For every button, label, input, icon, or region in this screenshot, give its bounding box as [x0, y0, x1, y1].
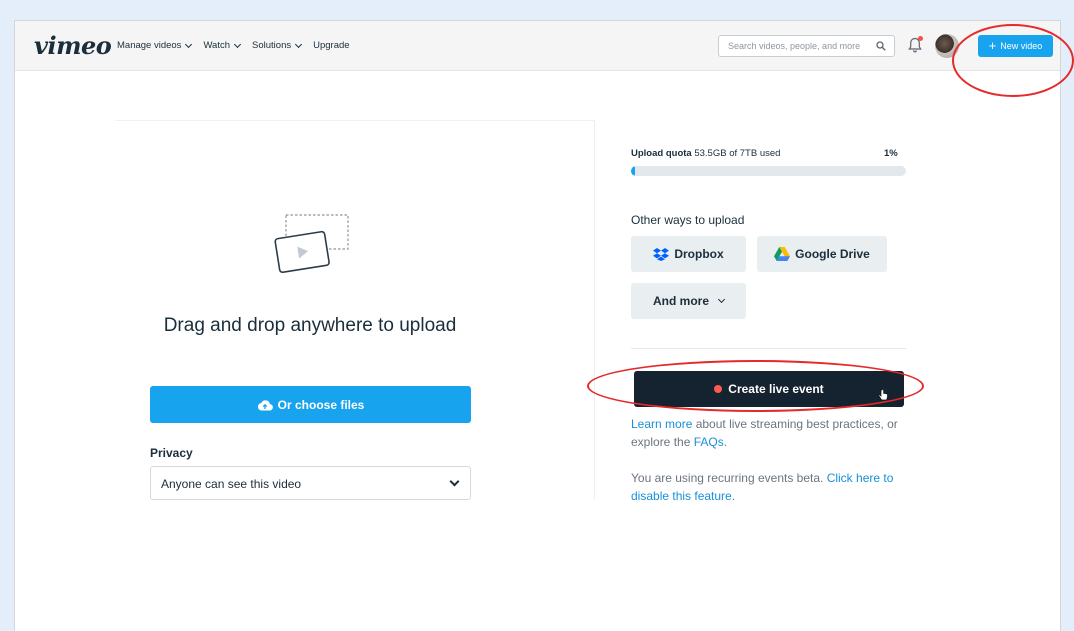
chevron-down-icon — [233, 40, 242, 48]
dropbox-button[interactable]: Dropbox — [631, 236, 746, 272]
nav-manage-videos-label: Manage videos — [117, 40, 182, 51]
choose-files-label: Or choose files — [277, 397, 365, 412]
notification-dot — [918, 36, 923, 41]
upload-quota-title: Upload quota — [631, 148, 692, 159]
upload-quota-fill — [631, 166, 635, 176]
chevron-down-icon — [295, 40, 303, 48]
dropbox-icon — [653, 247, 670, 261]
search-box — [718, 35, 895, 57]
other-ways-title: Other ways to upload — [631, 213, 745, 227]
privacy-label: Privacy — [150, 446, 193, 460]
section-divider — [631, 348, 906, 349]
google-drive-icon — [774, 247, 791, 261]
upload-quota-bar — [631, 166, 906, 176]
search-icon[interactable] — [876, 41, 886, 51]
top-nav-bar: vimeo Manage videos Watch Solutions Upgr… — [15, 21, 1060, 71]
chevron-down-icon — [185, 40, 193, 48]
upload-quota-usage: 53.5GB of 7TB used — [694, 148, 781, 159]
and-more-label: And more — [652, 294, 709, 308]
upload-quota-percent: 1% — [884, 148, 898, 159]
recurring-events-text: You are using recurring events beta. Cli… — [631, 469, 906, 505]
learn-more-end: . — [723, 435, 728, 449]
video-upload-illustration-icon — [274, 214, 349, 274]
drop-zone[interactable] — [115, 120, 595, 500]
chevron-down-icon — [449, 476, 460, 487]
annotation-circle-live-event — [587, 360, 924, 412]
faqs-link[interactable]: FAQs — [694, 435, 724, 449]
google-drive-button[interactable]: Google Drive — [757, 236, 887, 272]
nav-watch-label: Watch — [203, 40, 231, 51]
nav-solutions-label: Solutions — [252, 40, 292, 51]
vimeo-logo[interactable]: vimeo — [34, 31, 112, 60]
dropbox-label: Dropbox — [674, 247, 724, 261]
upload-quota-label: Upload quota 53.5GB of 7TB used — [631, 148, 780, 159]
cloud-upload-icon — [257, 399, 273, 411]
choose-files-button[interactable]: Or choose files — [150, 386, 471, 423]
recurring-events-message: You are using recurring events beta. — [631, 471, 827, 485]
drop-title: Drag and drop anywhere to upload — [163, 315, 457, 336]
and-more-button[interactable]: And more — [631, 283, 746, 319]
privacy-selected-value: Anyone can see this video — [161, 477, 302, 491]
nav-watch[interactable]: Watch — [203, 40, 242, 51]
main-nav: Manage videos Watch Solutions Upgrade — [117, 40, 350, 51]
learn-more-link[interactable]: Learn more — [631, 417, 692, 431]
nav-upgrade-label: Upgrade — [313, 40, 350, 51]
nav-upgrade[interactable]: Upgrade — [313, 40, 349, 51]
live-info-text: Learn more about live streaming best pra… — [631, 415, 906, 451]
privacy-select[interactable]: Anyone can see this video — [150, 466, 471, 500]
annotation-circle-new-video — [952, 24, 1074, 97]
nav-manage-videos[interactable]: Manage videos — [117, 40, 193, 51]
search-input[interactable] — [719, 36, 869, 56]
google-drive-label: Google Drive — [795, 247, 870, 261]
chevron-down-icon — [717, 295, 726, 304]
nav-solutions[interactable]: Solutions — [252, 40, 303, 51]
